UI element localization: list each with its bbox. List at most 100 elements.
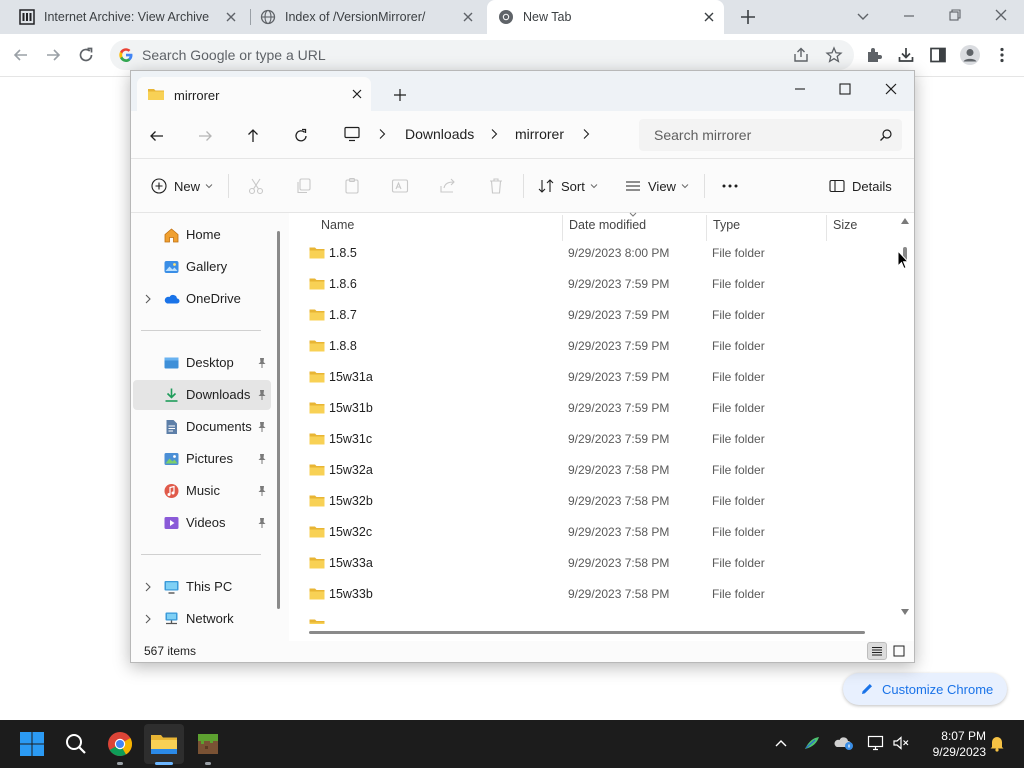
nav-item-network[interactable]: Network bbox=[133, 604, 271, 634]
explorer-close-button[interactable] bbox=[878, 79, 904, 99]
nav-item-downloads[interactable]: Downloads bbox=[133, 380, 271, 410]
chevron-right-icon[interactable] bbox=[378, 128, 386, 140]
scroll-up-arrow-icon[interactable] bbox=[901, 218, 909, 224]
breadcrumb-downloads[interactable]: Downloads bbox=[405, 126, 474, 142]
explorer-minimize-button[interactable] bbox=[787, 79, 813, 99]
copy-icon[interactable] bbox=[294, 176, 314, 196]
details-pane-button[interactable]: Details bbox=[829, 176, 892, 196]
close-tab-icon[interactable] bbox=[461, 10, 475, 24]
forward-button[interactable] bbox=[41, 43, 65, 67]
pin-icon[interactable] bbox=[257, 421, 267, 433]
minimize-button[interactable] bbox=[898, 6, 920, 26]
nav-item-this-pc[interactable]: This PC bbox=[133, 572, 271, 602]
pin-icon[interactable] bbox=[257, 389, 267, 401]
downloads-button[interactable] bbox=[894, 43, 918, 67]
explorer-up-button[interactable] bbox=[242, 125, 264, 147]
nav-item-gallery[interactable]: Gallery bbox=[133, 252, 271, 282]
nav-item-pictures[interactable]: Pictures bbox=[133, 444, 271, 474]
cut-icon[interactable] bbox=[246, 176, 266, 196]
new-button[interactable]: New bbox=[151, 176, 213, 196]
computer-icon[interactable] bbox=[343, 126, 361, 142]
pin-icon[interactable] bbox=[257, 357, 267, 369]
omnibox[interactable]: Search Google or type a URL bbox=[110, 40, 854, 70]
scroll-down-arrow-icon[interactable] bbox=[901, 609, 909, 615]
chevron-right-icon[interactable] bbox=[144, 294, 152, 304]
table-row[interactable]: 15w33a 9/29/2023 7:58 PM File folder bbox=[301, 548, 897, 579]
table-row[interactable]: 15w31c 9/29/2023 7:59 PM File folder bbox=[301, 424, 897, 455]
column-header-size[interactable]: Size bbox=[833, 218, 857, 232]
onedrive-status-icon[interactable] bbox=[833, 732, 855, 754]
nav-item-music[interactable]: Music bbox=[133, 476, 271, 506]
explorer-refresh-button[interactable] bbox=[290, 125, 312, 147]
show-hidden-icons-button[interactable] bbox=[770, 732, 792, 754]
nav-item-videos[interactable]: Videos bbox=[133, 508, 271, 538]
navigation-scrollbar[interactable] bbox=[277, 231, 280, 609]
back-button[interactable] bbox=[9, 43, 33, 67]
table-row-partial[interactable] bbox=[301, 610, 897, 624]
nav-item-documents[interactable]: Documents bbox=[133, 412, 271, 442]
explorer-back-button[interactable] bbox=[146, 125, 168, 147]
table-row[interactable]: 15w31a 9/29/2023 7:59 PM File folder bbox=[301, 362, 897, 393]
table-row[interactable]: 15w32a 9/29/2023 7:58 PM File folder bbox=[301, 455, 897, 486]
side-panel-button[interactable] bbox=[926, 43, 950, 67]
nav-item-onedrive[interactable]: OneDrive bbox=[133, 284, 271, 314]
profile-button[interactable] bbox=[958, 43, 982, 67]
close-tab-icon[interactable] bbox=[351, 88, 363, 100]
taskbar-chrome-button[interactable] bbox=[106, 730, 134, 758]
tab-search-button[interactable] bbox=[852, 6, 874, 26]
close-tab-icon[interactable] bbox=[224, 10, 238, 24]
chrome-menu-button[interactable] bbox=[990, 43, 1014, 67]
pin-icon[interactable] bbox=[257, 485, 267, 497]
delete-icon[interactable] bbox=[486, 176, 506, 196]
bookmark-star-icon[interactable] bbox=[825, 46, 843, 64]
chevron-right-icon[interactable] bbox=[490, 128, 498, 140]
chevron-right-icon[interactable] bbox=[582, 128, 590, 140]
new-explorer-tab-button[interactable] bbox=[393, 88, 407, 102]
table-row[interactable]: 1.8.7 9/29/2023 7:59 PM File folder bbox=[301, 300, 897, 331]
nav-item-home[interactable]: Home bbox=[133, 220, 271, 250]
explorer-search-box[interactable]: Search mirrorer bbox=[639, 119, 902, 151]
rename-icon[interactable] bbox=[390, 176, 410, 196]
extensions-button[interactable] bbox=[862, 43, 886, 67]
column-header-date[interactable]: Date modified bbox=[569, 218, 646, 232]
start-button[interactable] bbox=[18, 730, 46, 758]
view-button[interactable]: View bbox=[625, 176, 689, 196]
tray-app-icon[interactable] bbox=[801, 732, 823, 754]
pin-icon[interactable] bbox=[257, 453, 267, 465]
table-row[interactable]: 1.8.8 9/29/2023 7:59 PM File folder bbox=[301, 331, 897, 362]
browser-tab-internet-archive[interactable]: Internet Archive: View Archive bbox=[0, 0, 250, 34]
table-row[interactable]: 15w33b 9/29/2023 7:58 PM File folder bbox=[301, 579, 897, 610]
table-row[interactable]: 15w31b 9/29/2023 7:59 PM File folder bbox=[301, 393, 897, 424]
restore-button[interactable] bbox=[944, 6, 966, 26]
explorer-tab[interactable]: mirrorer bbox=[137, 77, 371, 111]
taskbar-minecraft-button[interactable] bbox=[194, 730, 222, 758]
more-options-button[interactable] bbox=[721, 176, 739, 196]
explorer-forward-button[interactable] bbox=[194, 125, 216, 147]
tiles-view-button[interactable] bbox=[889, 642, 909, 660]
column-header-name[interactable]: Name bbox=[321, 218, 354, 232]
network-status-icon[interactable] bbox=[865, 732, 887, 754]
customize-chrome-button[interactable]: Customize Chrome bbox=[843, 673, 1007, 705]
new-tab-button[interactable] bbox=[738, 7, 758, 27]
pin-icon[interactable] bbox=[257, 517, 267, 529]
chevron-right-icon[interactable] bbox=[144, 614, 152, 624]
horizontal-scrollbar-thumb[interactable] bbox=[309, 631, 865, 634]
taskbar-file-explorer-button[interactable] bbox=[150, 730, 178, 758]
close-window-button[interactable] bbox=[990, 6, 1012, 26]
sort-button[interactable]: Sort bbox=[538, 176, 598, 196]
explorer-maximize-button[interactable] bbox=[832, 79, 858, 99]
close-tab-icon[interactable] bbox=[702, 10, 716, 24]
taskbar-search-button[interactable] bbox=[62, 730, 90, 758]
table-row[interactable]: 1.8.6 9/29/2023 7:59 PM File folder bbox=[301, 269, 897, 300]
reload-button[interactable] bbox=[74, 43, 98, 67]
browser-tab-version-mirrorer[interactable]: Index of /VersionMirrorer/ bbox=[251, 0, 487, 34]
share-icon[interactable] bbox=[792, 46, 810, 64]
table-row[interactable]: 15w32b 9/29/2023 7:58 PM File folder bbox=[301, 486, 897, 517]
paste-icon[interactable] bbox=[342, 176, 362, 196]
share-icon[interactable] bbox=[438, 176, 458, 196]
nav-item-desktop[interactable]: Desktop bbox=[133, 348, 271, 378]
table-row[interactable]: 1.8.5 9/29/2023 8:00 PM File folder bbox=[301, 238, 897, 269]
table-row[interactable]: 15w32c 9/29/2023 7:58 PM File folder bbox=[301, 517, 897, 548]
taskbar-clock[interactable]: 8:07 PM 9/29/2023 bbox=[908, 728, 986, 760]
column-header-type[interactable]: Type bbox=[713, 218, 740, 232]
